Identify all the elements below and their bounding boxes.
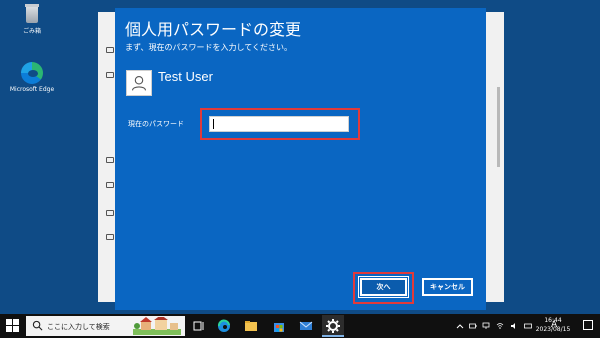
- settings-scrollbar[interactable]: [497, 87, 500, 167]
- dialog-instruction: まず、現在のパスワードを入力してください。: [125, 43, 292, 52]
- taskbar-clock[interactable]: 16:44 2023/08/15: [533, 316, 573, 334]
- edge-icon: [21, 62, 43, 84]
- task-view-icon[interactable]: [190, 317, 208, 335]
- notification-icon[interactable]: [583, 320, 593, 330]
- user-avatar-icon: [126, 70, 152, 96]
- user-name: Test User: [158, 69, 213, 84]
- edge-taskbar-icon[interactable]: [215, 317, 233, 335]
- taskbar: ここに入力して検索 A 16:44 2023/08/15: [0, 314, 600, 338]
- volume-icon[interactable]: [510, 322, 518, 330]
- clock-time: 16:44: [544, 317, 562, 324]
- cancel-button[interactable]: キャンセル: [422, 278, 473, 296]
- file-explorer-icon[interactable]: [242, 317, 260, 335]
- edge-shortcut[interactable]: Microsoft Edge: [2, 62, 62, 93]
- settings-side-icon: [106, 182, 114, 188]
- gear-icon: [326, 319, 340, 333]
- settings-side-icon: [106, 234, 114, 240]
- start-button[interactable]: [6, 319, 20, 333]
- change-password-dialog: 個人用パスワードの変更 まず、現在のパスワードを入力してください。 Test U…: [115, 8, 486, 310]
- settings-side-icon: [106, 47, 114, 53]
- wifi-icon[interactable]: [496, 322, 504, 330]
- settings-taskbar-button[interactable]: [322, 315, 344, 337]
- search-icon: [32, 320, 43, 331]
- recycle-bin-label: ごみ箱: [22, 28, 41, 35]
- settings-side-icon: [106, 72, 114, 78]
- current-password-label: 現在のパスワード: [128, 120, 184, 128]
- text-caret: [213, 119, 214, 129]
- clock-date: 2023/08/15: [535, 326, 571, 333]
- store-icon[interactable]: [270, 317, 288, 335]
- settings-side-icon: [106, 157, 114, 163]
- dialog-title: 個人用パスワードの変更: [125, 20, 302, 39]
- chevron-up-icon[interactable]: [456, 322, 464, 330]
- recycle-bin-shortcut[interactable]: ごみ箱: [2, 2, 62, 35]
- search-highlight-illustration: [133, 317, 181, 335]
- edge-label: Microsoft Edge: [9, 86, 55, 93]
- recycle-bin-icon: [23, 2, 41, 24]
- taskbar-search-box[interactable]: ここに入力して検索: [26, 316, 185, 336]
- current-password-input[interactable]: [209, 116, 349, 132]
- keyboard-icon[interactable]: [524, 322, 532, 330]
- network-icon[interactable]: [482, 322, 490, 330]
- mail-icon[interactable]: [297, 317, 315, 335]
- battery-icon[interactable]: [469, 322, 477, 330]
- settings-side-icon: [106, 210, 114, 216]
- search-placeholder: ここに入力して検索: [47, 323, 110, 331]
- next-button[interactable]: 次へ: [358, 276, 409, 298]
